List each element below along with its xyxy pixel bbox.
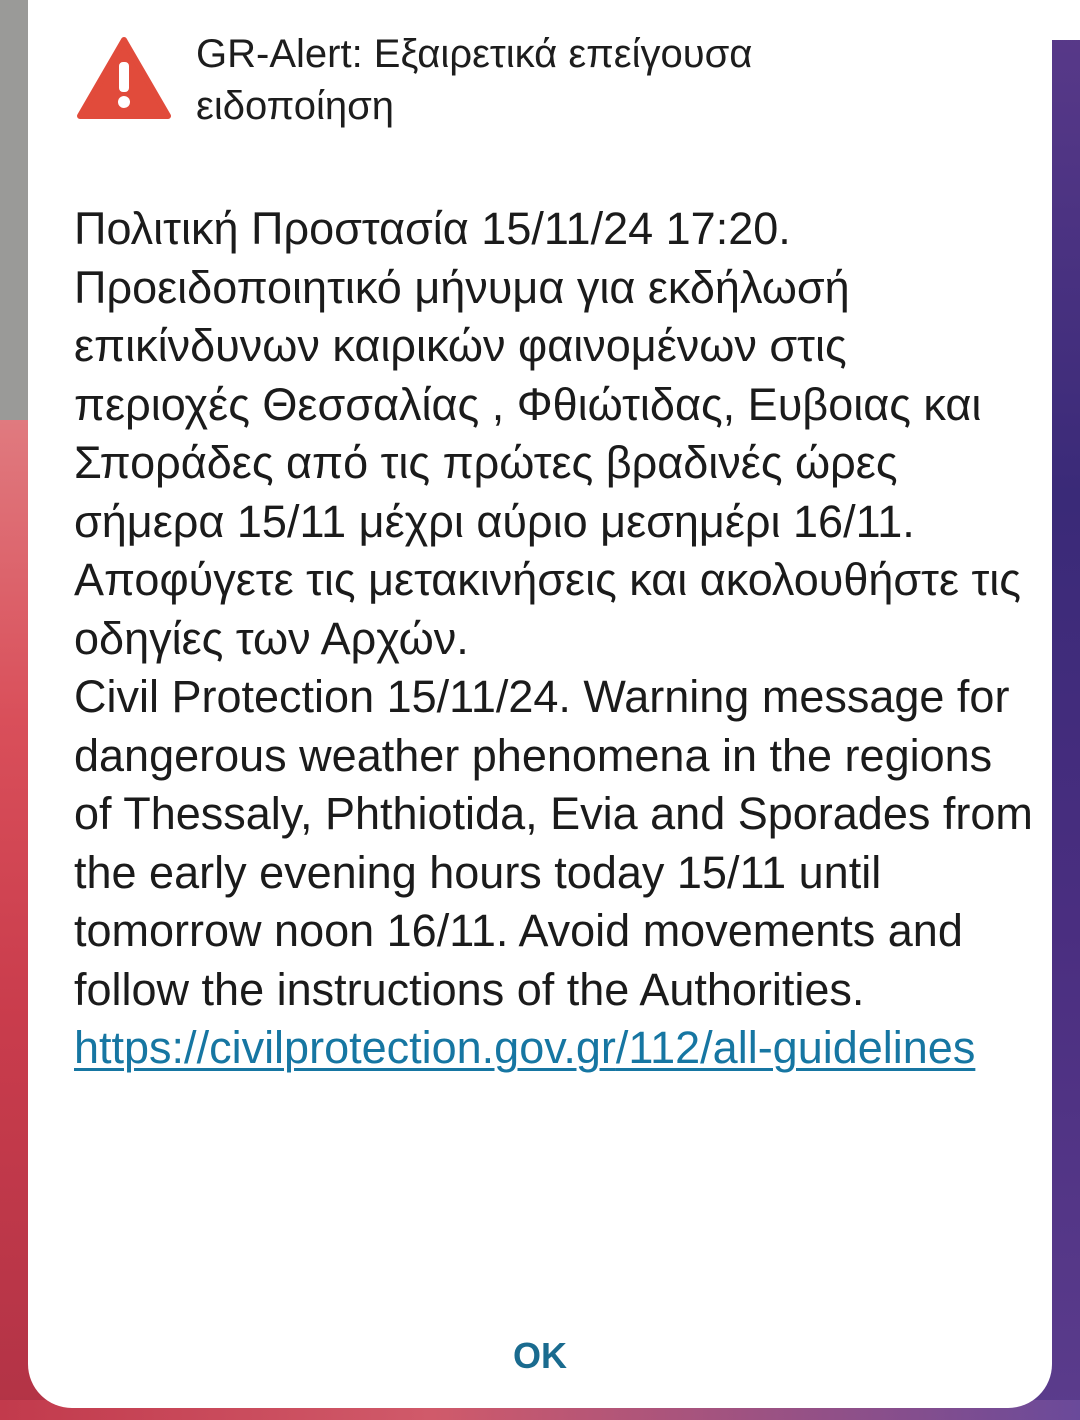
guidelines-link[interactable]: https://civilprotection.gov.gr/112/all-g… [74, 1022, 975, 1073]
alert-message-greek: Πολιτική Προστασία 15/11/24 17:20. Προει… [74, 203, 1021, 664]
alert-title: GR-Alert: Εξαιρετικά επείγουσα ειδοποίησ… [196, 32, 753, 128]
warning-triangle-icon [76, 36, 172, 120]
ok-button[interactable]: OK [490, 1328, 590, 1384]
alert-message: Πολιτική Προστασία 15/11/24 17:20. Προει… [74, 200, 1034, 1078]
alert-message-english: Civil Protection 15/11/24. Warning messa… [74, 668, 1034, 1078]
alert-header: GR-Alert: Εξαιρετικά επείγουσα ειδοποίησ… [76, 28, 1016, 132]
alert-message-english-text: Civil Protection 15/11/24. Warning messa… [74, 671, 1033, 1015]
emergency-alert-dialog: GR-Alert: Εξαιρετικά επείγουσα ειδοποίησ… [28, 0, 1052, 1408]
